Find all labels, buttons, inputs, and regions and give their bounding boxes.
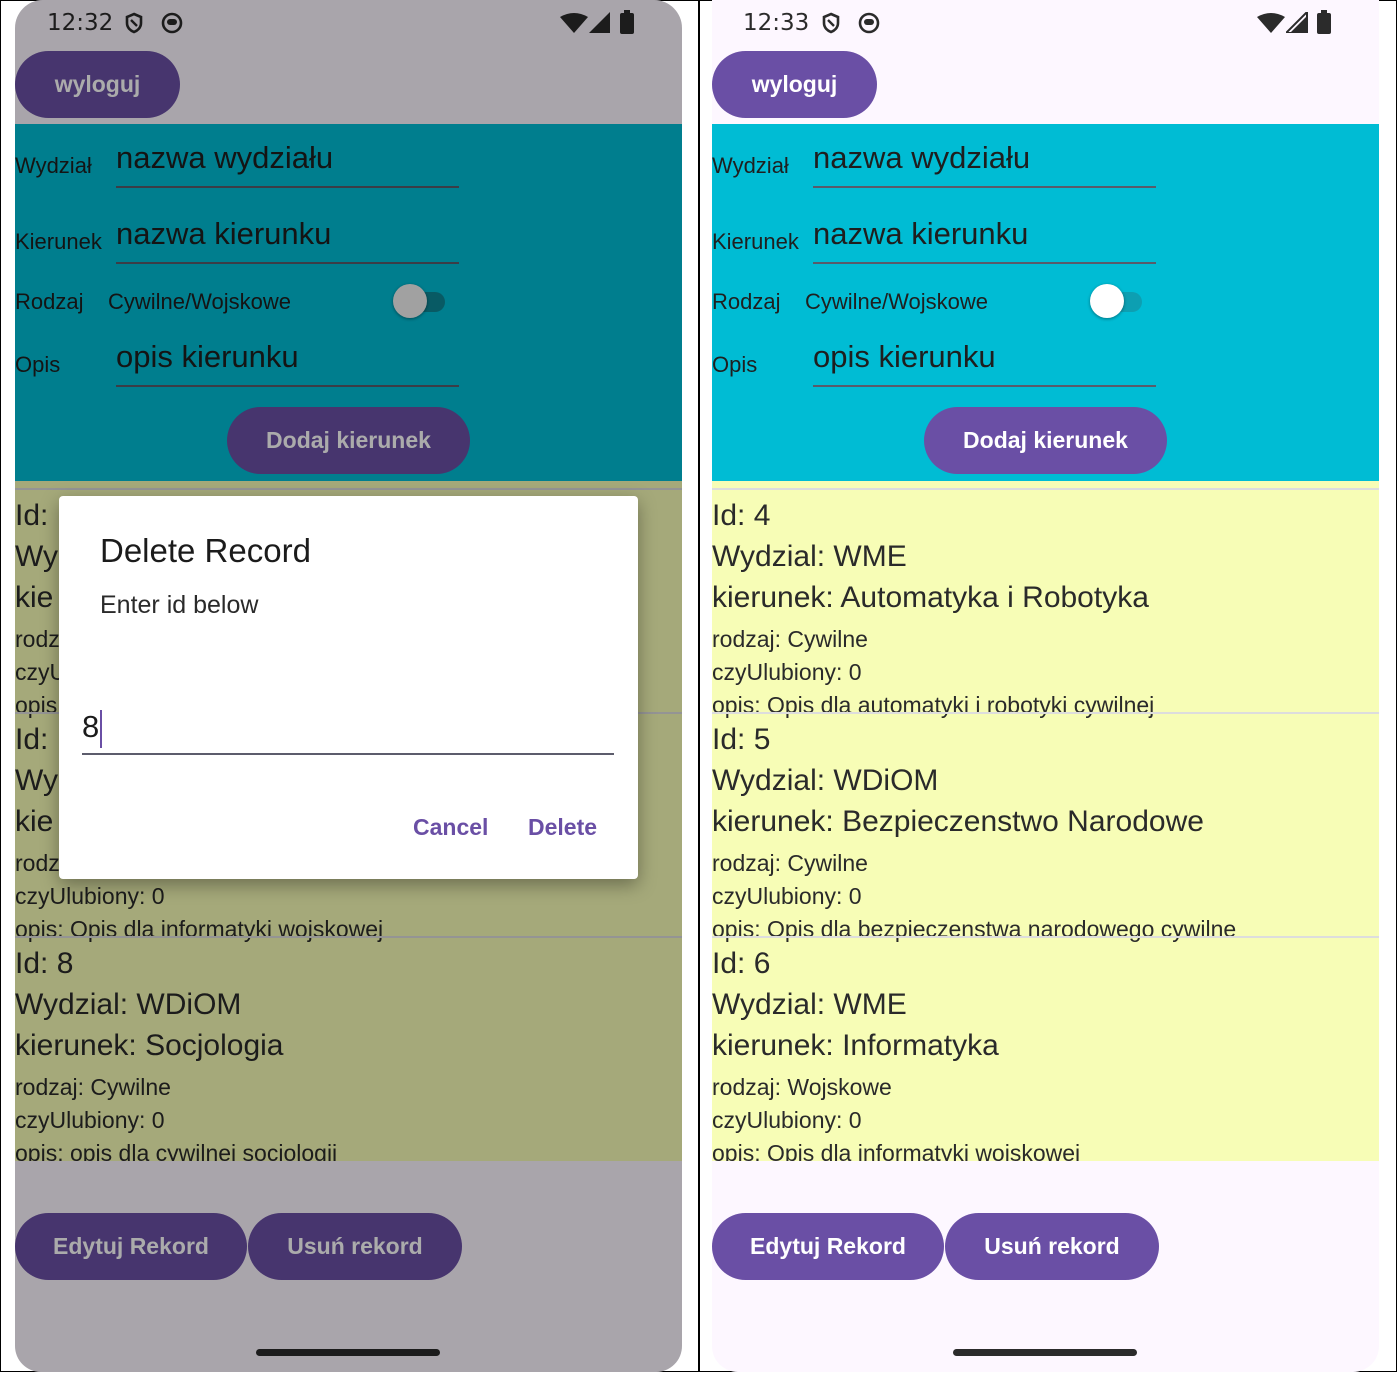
delete-record-button[interactable]: Usuń rekord xyxy=(945,1213,1159,1280)
edit-record-button[interactable]: Edytuj Rekord xyxy=(712,1213,944,1280)
record-id-input[interactable]: 8 xyxy=(82,701,614,755)
add-major-button[interactable]: Dodaj kierunek xyxy=(924,407,1167,474)
list-item[interactable]: Id: 5 Wydzial: WDiOM kierunek: Bezpiecze… xyxy=(712,712,1379,942)
major-input[interactable]: nazwa kierunku xyxy=(813,204,1156,264)
right-phone-screen: 12:33 wyloguj Wydział nazwa wydziału Kie… xyxy=(712,0,1379,1372)
dialog-title: Delete Record xyxy=(100,532,311,569)
signal-icon xyxy=(1286,12,1308,33)
faculty-input[interactable]: nazwa wydziału xyxy=(813,128,1156,188)
status-bar: 12:33 xyxy=(712,0,1379,46)
dialog-message: Enter id below xyxy=(100,591,259,619)
delete-record-dialog: Delete Record Enter id below 8 Cancel De… xyxy=(59,496,638,879)
type-switch-label: Cywilne/Wojskowe xyxy=(805,289,988,314)
add-major-form: Wydział nazwa wydziału Kierunek nazwa ki… xyxy=(712,124,1379,481)
logout-button[interactable]: wyloguj xyxy=(712,51,877,118)
home-indicator[interactable] xyxy=(953,1349,1137,1356)
description-input[interactable]: opis kierunku xyxy=(813,327,1156,387)
type-switch[interactable] xyxy=(1090,284,1146,318)
list-item[interactable]: Id: 6 Wydzial: WME kierunek: Informatyka… xyxy=(712,936,1379,1161)
left-phone-screen: 12:32 wyloguj Wydział nazwa wydziału Kie… xyxy=(15,0,682,1372)
cancel-button[interactable]: Cancel xyxy=(413,814,488,841)
battery-icon xyxy=(1317,10,1331,34)
status-time: 12:33 xyxy=(743,10,810,36)
wifi-icon xyxy=(1257,13,1285,33)
major-label: Kierunek xyxy=(712,229,799,254)
records-list: Id: 4 Wydzial: WME kierunek: Automatyka … xyxy=(712,481,1379,1161)
robot-face-icon xyxy=(858,12,880,34)
shield-icon xyxy=(822,12,840,34)
faculty-label: Wydział xyxy=(712,153,789,178)
text-caret xyxy=(100,709,103,748)
list-item[interactable]: Id: 4 Wydzial: WME kierunek: Automatyka … xyxy=(712,488,1379,718)
type-label: Rodzaj xyxy=(712,289,781,314)
confirm-delete-button[interactable]: Delete xyxy=(528,814,597,841)
description-label: Opis xyxy=(712,352,758,377)
